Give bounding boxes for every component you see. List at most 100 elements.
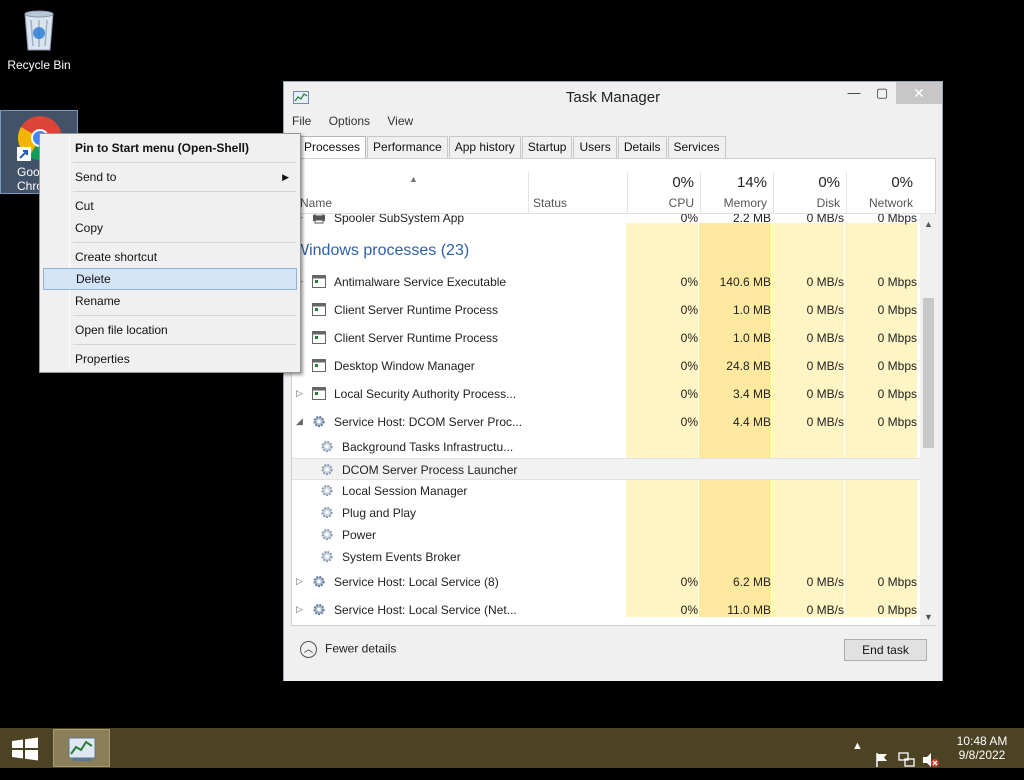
- menu-view[interactable]: View: [387, 114, 413, 128]
- recycle-bin-icon: [24, 10, 54, 51]
- title-bar[interactable]: Task Manager — ▢ ✕: [284, 82, 942, 112]
- service-row-selected[interactable]: DCOM Server Process Launcher: [292, 458, 924, 480]
- service-row[interactable]: Plug and Play: [292, 502, 924, 524]
- maximize-button[interactable]: ▢: [868, 82, 896, 104]
- show-hidden-icons-chevron-icon[interactable]: ▲: [852, 740, 863, 780]
- recycle-bin-shortcut[interactable]: Recycle Bin: [4, 6, 74, 72]
- process-cpu: 0%: [680, 359, 698, 373]
- column-cpu[interactable]: 0% CPU: [627, 172, 700, 214]
- table-row[interactable]: ◢ Service Host: DCOM Server Proc... 0% 4…: [292, 408, 924, 436]
- minimize-button[interactable]: —: [840, 82, 868, 104]
- submenu-arrow-icon: ▶: [282, 172, 289, 182]
- tab-processes[interactable]: Processes: [298, 136, 367, 159]
- process-cpu: 0%: [680, 603, 698, 617]
- chrome-label-line1: Goo: [17, 165, 40, 179]
- column-memory[interactable]: 14% Memory: [700, 172, 773, 214]
- column-name[interactable]: ▲ Name: [292, 172, 528, 214]
- app-window-icon: [312, 359, 326, 372]
- taskbar-task-manager-button[interactable]: [53, 729, 110, 767]
- process-name: Service Host: Local Service (8): [334, 575, 499, 589]
- menu-item-open-file-location[interactable]: Open file location: [43, 319, 297, 341]
- tab-app-history[interactable]: App history: [448, 136, 521, 158]
- menu-item-create-shortcut[interactable]: Create shortcut: [43, 246, 297, 268]
- table-row[interactable]: ▷ Service Host: Local Service (Net... 0%…: [292, 596, 924, 624]
- menu-separator: [73, 315, 296, 316]
- column-status-label: Status: [533, 196, 568, 210]
- process-network: 0 Mbps: [877, 331, 917, 345]
- app-window-icon: [312, 387, 326, 400]
- menu-item-cut[interactable]: Cut: [43, 195, 297, 217]
- service-name: DCOM Server Process Launcher: [342, 463, 518, 477]
- process-memory: 1.0 MB: [732, 331, 771, 345]
- table-row[interactable]: ▷ Antimalware Service Executable 0% 140.…: [292, 268, 924, 296]
- fewer-details-button[interactable]: ︿ Fewer details: [300, 641, 396, 658]
- menu-item-properties[interactable]: Properties: [43, 348, 297, 370]
- vertical-scrollbar[interactable]: ▲ ▼: [920, 214, 937, 625]
- process-memory: 6.2 MB: [732, 575, 771, 589]
- process-disk: 0 MB/s: [806, 575, 844, 589]
- process-name: Spooler SubSystem App: [334, 214, 465, 225]
- tab-startup[interactable]: Startup: [521, 136, 573, 158]
- service-row[interactable]: Power: [292, 524, 924, 546]
- expand-arrow-icon[interactable]: ▷: [296, 576, 306, 587]
- column-network[interactable]: 0% Network: [846, 172, 919, 214]
- service-row[interactable]: System Events Broker: [292, 546, 924, 568]
- close-button[interactable]: ✕: [896, 82, 942, 104]
- table-row[interactable]: ▷ Service Host: Local Service (8) 0% 6.2…: [292, 568, 924, 596]
- menu-item-delete[interactable]: Delete: [43, 268, 297, 290]
- menu-item-pin-to-start[interactable]: Pin to Start menu (Open-Shell): [43, 137, 297, 159]
- tab-users[interactable]: Users: [573, 136, 617, 158]
- process-network: 0 Mbps: [877, 575, 917, 589]
- menu-separator: [73, 242, 296, 243]
- table-row[interactable]: Client Server Runtime Process 0% 1.0 MB …: [292, 296, 924, 324]
- scroll-thumb[interactable]: [923, 298, 934, 448]
- column-disk[interactable]: 0% Disk: [773, 172, 846, 214]
- expand-arrow-icon[interactable]: ▷: [296, 604, 306, 615]
- gear-icon: [313, 575, 325, 588]
- printer-icon: [313, 214, 325, 224]
- service-row[interactable]: Background Tasks Infrastructu...: [292, 436, 924, 458]
- scroll-down-icon[interactable]: ▼: [920, 609, 937, 625]
- process-name: Antimalware Service Executable: [334, 275, 507, 289]
- process-disk: 0 MB/s: [806, 214, 844, 225]
- gear-icon: [313, 415, 325, 428]
- column-network-label: Network: [868, 196, 913, 210]
- table-row[interactable]: ▷ Spooler SubSystem App 0% 2.2 MB 0 MB/s…: [292, 214, 924, 232]
- tab-services[interactable]: Services: [667, 136, 726, 158]
- menu-item-copy[interactable]: Copy: [43, 217, 297, 239]
- process-cpu: 0%: [680, 214, 698, 225]
- menu-separator: [73, 344, 296, 345]
- disk-total: 0%: [818, 174, 840, 191]
- menu-item-rename[interactable]: Rename: [43, 290, 297, 312]
- network-icon[interactable]: [898, 740, 916, 780]
- collapse-arrow-icon[interactable]: ◢: [296, 416, 306, 427]
- tab-performance[interactable]: Performance: [367, 136, 448, 158]
- tab-details[interactable]: Details: [617, 136, 667, 158]
- table-row[interactable]: ▷ Local Security Authority Process... 0%…: [292, 380, 924, 408]
- expand-arrow-icon[interactable]: ▷: [296, 388, 306, 399]
- system-clock[interactable]: 10:48 AM 9/8/2022: [950, 734, 1014, 762]
- process-disk: 0 MB/s: [806, 415, 844, 429]
- action-center-flag-icon[interactable]: [874, 740, 890, 780]
- volume-muted-icon[interactable]: [922, 740, 940, 780]
- process-disk: 0 MB/s: [806, 331, 844, 345]
- service-name: Power: [342, 528, 377, 542]
- process-memory: 1.0 MB: [732, 303, 771, 317]
- windows-start-icon[interactable]: [10, 737, 40, 761]
- service-name: System Events Broker: [342, 550, 461, 564]
- end-task-button[interactable]: End task: [844, 639, 927, 661]
- column-status[interactable]: Status: [528, 172, 627, 214]
- menu-options[interactable]: Options: [329, 114, 370, 128]
- process-network: 0 Mbps: [877, 415, 917, 429]
- menu-item-send-to[interactable]: Send to ▶: [43, 166, 297, 188]
- table-row[interactable]: Client Server Runtime Process 0% 1.0 MB …: [292, 324, 924, 352]
- process-memory: 2.2 MB: [732, 214, 771, 225]
- menu-file[interactable]: File: [292, 114, 311, 128]
- gear-icon: [321, 550, 333, 563]
- menu-item-label: Rename: [75, 294, 121, 308]
- service-row[interactable]: Local Session Manager: [292, 480, 924, 502]
- table-row[interactable]: Desktop Window Manager 0% 24.8 MB 0 MB/s…: [292, 352, 924, 380]
- process-cpu: 0%: [680, 303, 698, 317]
- gear-icon: [313, 603, 325, 616]
- scroll-up-icon[interactable]: ▲: [920, 216, 937, 232]
